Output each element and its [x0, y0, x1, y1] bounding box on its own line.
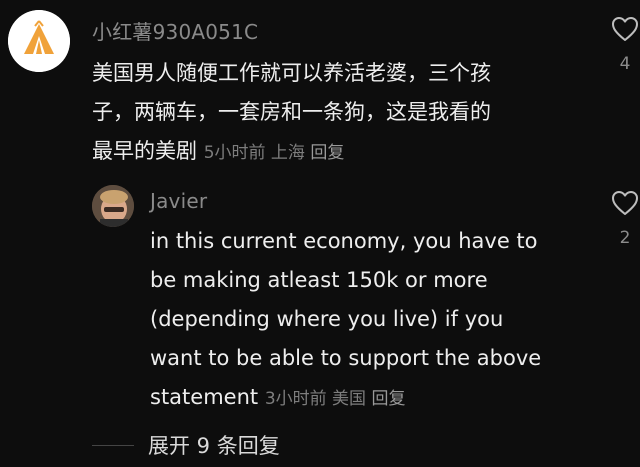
reply-like-button[interactable]: 2 [610, 190, 640, 248]
like-button[interactable]: 4 [610, 16, 640, 74]
reply-line-text: statement [150, 385, 259, 409]
reply-like-count: 2 [619, 228, 631, 248]
divider-line [92, 444, 134, 446]
reply-time: 3小时前 [264, 389, 327, 409]
reply-line: (depending where you live) if you [150, 307, 504, 331]
reply-line: be making atleast 150k or more [150, 268, 488, 292]
heart-icon [612, 191, 638, 215]
comment-line: 美国男人随便工作就可以养活老婆，三个孩 [92, 61, 491, 85]
comment-body: 美国男人随便工作就可以养活老婆，三个孩 子，两辆车，一套房和一条狗，这是我看的 … [92, 54, 582, 173]
reply-username[interactable]: Javier [150, 189, 207, 213]
reply-button[interactable]: 回复 [310, 143, 344, 163]
comment-meta: 5小时前 上海 回复 [204, 143, 345, 163]
reply-line: statement 3小时前 美国 回复 [150, 378, 600, 419]
user-photo-icon [92, 185, 134, 227]
reply-meta: 3小时前 美国 回复 [265, 389, 406, 409]
comment-line: 子，两辆车，一套房和一条狗，这是我看的 [92, 100, 491, 124]
reply-avatar[interactable] [92, 185, 134, 227]
reply-location: 美国 [332, 389, 367, 409]
expand-replies-button[interactable]: 展开 9 条回复 [92, 430, 280, 460]
heart-icon [612, 17, 638, 41]
like-count: 4 [619, 54, 631, 74]
reply-body: in this current economy, you have to be … [150, 222, 600, 419]
reply-line: want to be able to support the above [150, 346, 542, 370]
expand-replies-label: 展开 9 条回复 [148, 434, 280, 458]
comment-time: 5小时前 [203, 143, 266, 163]
comment-line-text: 最早的美剧 [92, 139, 197, 163]
comment-username[interactable]: 小红薯930A051C [92, 16, 258, 45]
tent-logo-icon [8, 10, 70, 72]
comment-line: 最早的美剧 5小时前 上海 回复 [92, 132, 582, 173]
avatar[interactable] [8, 10, 70, 72]
reply-line: in this current economy, you have to [150, 229, 538, 253]
comment-location: 上海 [270, 143, 305, 163]
reply-reply-button[interactable]: 回复 [371, 389, 405, 409]
